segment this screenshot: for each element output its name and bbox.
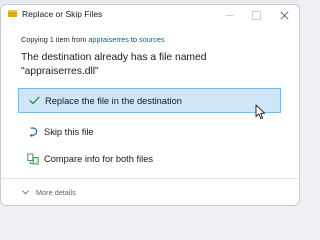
copying-status: Copying 1 item from appraiserres to sour… <box>21 35 165 44</box>
skip-arrow-icon <box>27 126 39 138</box>
compare-files-option[interactable]: Compare info for both files <box>18 146 281 171</box>
mouse-pointer-icon <box>255 104 266 120</box>
destination-folder-link[interactable]: sources <box>139 35 165 44</box>
copying-connector: to <box>130 35 138 44</box>
minimize-icon <box>225 14 233 16</box>
skip-file-label: Skip this file <box>44 126 94 137</box>
minimize-button[interactable] <box>216 6 242 24</box>
maximize-button[interactable] <box>243 6 269 24</box>
close-icon <box>279 10 289 20</box>
replace-file-label: Replace the file in the destination <box>45 95 182 106</box>
more-details-toggle[interactable]: More details <box>22 188 76 197</box>
title-bar[interactable]: Replace or Skip Files <box>1 5 299 25</box>
window-title: Replace or Skip Files <box>22 9 103 19</box>
dialog-footer: More details <box>1 178 299 205</box>
compare-icon <box>27 153 39 165</box>
compare-files-label: Compare info for both files <box>44 153 154 164</box>
more-details-label: More details <box>36 188 76 197</box>
skip-file-option[interactable]: Skip this file <box>18 119 281 144</box>
maximize-icon <box>251 10 261 20</box>
conflict-message: The destination already has a file named… <box>21 52 207 77</box>
chevron-down-icon <box>22 190 29 195</box>
replace-file-option[interactable]: Replace the file in the destination <box>18 88 281 113</box>
source-folder-link[interactable]: appraiserres <box>88 35 129 44</box>
copying-prefix: Copying 1 item from <box>21 35 87 44</box>
check-icon <box>28 95 40 107</box>
file-explorer-icon <box>8 10 17 17</box>
close-button[interactable] <box>271 6 297 24</box>
